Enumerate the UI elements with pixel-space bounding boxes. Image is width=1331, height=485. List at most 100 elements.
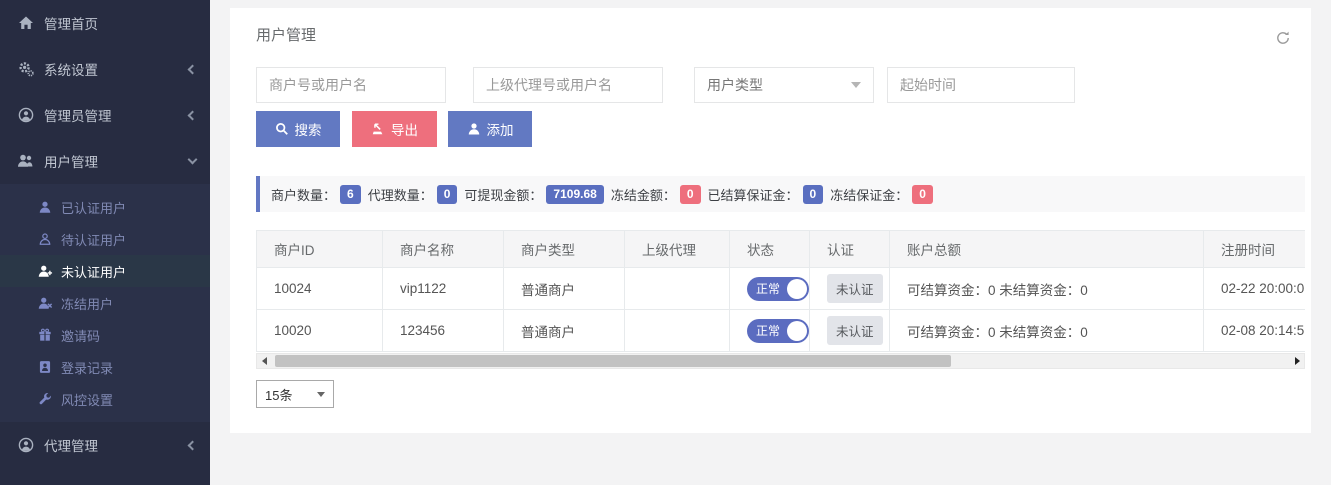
- status-toggle[interactable]: 正常: [747, 277, 809, 301]
- users-table: 商户ID 商户名称 商户类型 上级代理 状态 认证 账户总额 注册时间 1002…: [256, 230, 1305, 352]
- col-status: 状态: [730, 231, 810, 268]
- stat-badge: 0: [680, 185, 701, 204]
- sidebar-item-label: 待认证用户: [61, 230, 126, 249]
- scroll-right-arrow-icon[interactable]: [1290, 354, 1304, 368]
- sidebar-item-user-management[interactable]: 用户管理: [0, 138, 210, 184]
- col-parent-agent: 上级代理: [625, 231, 730, 268]
- user-outline-icon: [37, 232, 53, 246]
- sidebar-item-label: 管理员管理: [44, 105, 112, 125]
- stat-withdrawable-amount: 可提现金额： 7109.68: [464, 185, 603, 204]
- export-icon: [371, 122, 385, 136]
- cell-register-time: 02-08 20:14:58: [1204, 310, 1306, 352]
- chevron-down-icon: [188, 155, 198, 165]
- sidebar-item-system-settings[interactable]: 系统设置: [0, 46, 210, 92]
- cell-merchant-id: 10024: [257, 268, 383, 310]
- sidebar-item-admin-management[interactable]: 管理员管理: [0, 92, 210, 138]
- stat-badge: 6: [340, 185, 361, 204]
- user-type-select-value: 用户类型: [707, 75, 851, 95]
- caret-down-icon: [851, 82, 861, 88]
- sidebar-item-label: 风控设置: [61, 390, 113, 409]
- add-user-icon: [467, 122, 481, 136]
- sidebar-item-verified-users[interactable]: 已认证用户: [0, 191, 210, 223]
- user-circle-icon: [17, 437, 34, 453]
- search-icon: [275, 122, 289, 136]
- sidebar-item-frozen-users[interactable]: 冻结用户: [0, 287, 210, 319]
- status-toggle[interactable]: 正常: [747, 319, 809, 343]
- cell-merchant-id: 10020: [257, 310, 383, 352]
- start-time-input[interactable]: [887, 67, 1075, 103]
- cell-parent-agent: [625, 310, 730, 352]
- col-merchant-type: 商户类型: [504, 231, 625, 268]
- sidebar-item-unverified-users[interactable]: 未认证用户: [0, 255, 210, 287]
- export-button[interactable]: 导出: [352, 111, 437, 147]
- sidebar: 管理首页 系统设置 管理员管理 用户管理 已认证用户: [0, 0, 210, 485]
- sidebar-item-label: 未认证用户: [61, 262, 126, 281]
- sidebar-item-agent-management[interactable]: 代理管理: [0, 422, 210, 468]
- toggle-knob: [787, 321, 807, 341]
- sidebar-item-label: 管理首页: [44, 13, 98, 33]
- sidebar-item-login-records[interactable]: 登录记录: [0, 351, 210, 383]
- stat-badge: 0: [912, 185, 933, 204]
- col-register-time: 注册时间: [1204, 231, 1306, 268]
- page-title: 用户管理: [256, 8, 1311, 44]
- user-circle-icon: [17, 107, 34, 123]
- sidebar-item-label: 代理管理: [44, 435, 98, 455]
- auth-status-badge: 未认证: [827, 274, 883, 303]
- sidebar-item-risk-settings[interactable]: 风控设置: [0, 383, 210, 415]
- refresh-icon[interactable]: [1275, 30, 1291, 46]
- address-book-icon: [37, 360, 53, 374]
- scroll-left-arrow-icon[interactable]: [257, 354, 271, 368]
- agent-search-input[interactable]: [473, 67, 663, 103]
- cell-auth: 未认证: [810, 310, 890, 352]
- user-management-submenu: 已认证用户 待认证用户 未认证用户 冻结用户 邀请码: [0, 184, 210, 422]
- merchant-search-input[interactable]: [256, 67, 446, 103]
- cell-auth: 未认证: [810, 268, 890, 310]
- cell-account-total: 可结算资金：0 未结算资金：0: [890, 310, 1204, 352]
- sidebar-item-label: 邀请码: [61, 326, 100, 345]
- users-table-container: 商户ID 商户名称 商户类型 上级代理 状态 认证 账户总额 注册时间 1002…: [256, 230, 1305, 352]
- auth-status-badge: 未认证: [827, 316, 883, 345]
- user-management-panel: 用户管理 用户类型 搜索 导出 添加: [230, 8, 1311, 433]
- col-merchant-id: 商户ID: [257, 231, 383, 268]
- horizontal-scrollbar[interactable]: [256, 353, 1305, 369]
- chevron-left-icon: [188, 64, 198, 74]
- cell-parent-agent: [625, 268, 730, 310]
- col-auth: 认证: [810, 231, 890, 268]
- users-icon: [17, 153, 34, 169]
- scrollbar-thumb[interactable]: [275, 355, 951, 367]
- gears-icon: [17, 61, 34, 77]
- table-header-row: 商户ID 商户名称 商户类型 上级代理 状态 认证 账户总额 注册时间: [257, 231, 1306, 268]
- add-button[interactable]: 添加: [448, 111, 532, 147]
- page-size-select[interactable]: 15条: [256, 380, 334, 408]
- home-icon: [17, 15, 34, 31]
- col-merchant-name: 商户名称: [383, 231, 504, 268]
- cell-merchant-type: 普通商户: [504, 268, 625, 310]
- user-type-select[interactable]: 用户类型: [694, 67, 874, 103]
- sidebar-item-label: 系统设置: [44, 59, 98, 79]
- stat-badge: 0: [437, 185, 458, 204]
- chevron-left-icon: [188, 110, 198, 120]
- stat-frozen-deposit: 冻结保证金： 0: [830, 185, 933, 204]
- stats-bar: 商户数量： 6 代理数量： 0 可提现金额： 7109.68 冻结金额： 0 已…: [256, 176, 1305, 212]
- sidebar-item-pending-users[interactable]: 待认证用户: [0, 223, 210, 255]
- sidebar-item-home[interactable]: 管理首页: [0, 0, 210, 46]
- sidebar-item-label: 用户管理: [44, 151, 98, 171]
- stat-agent-count: 代理数量： 0: [368, 185, 458, 204]
- cell-status: 正常: [730, 268, 810, 310]
- chevron-left-icon: [188, 440, 198, 450]
- search-button[interactable]: 搜索: [256, 111, 340, 147]
- gift-icon: [37, 328, 53, 342]
- page-size-value: 15条: [265, 385, 317, 404]
- stat-merchant-count: 商户数量： 6: [271, 185, 361, 204]
- filter-row: 用户类型: [256, 67, 1311, 103]
- action-buttons: 搜索 导出 添加: [256, 111, 1311, 147]
- cell-merchant-type: 普通商户: [504, 310, 625, 352]
- cell-account-total: 可结算资金：0 未结算资金：0: [890, 268, 1204, 310]
- sidebar-item-invite-codes[interactable]: 邀请码: [0, 319, 210, 351]
- sidebar-item-label: 登录记录: [61, 358, 113, 377]
- sidebar-item-label: 已认证用户: [61, 198, 126, 217]
- cell-register-time: 02-22 20:00:02: [1204, 268, 1306, 310]
- stat-badge: 7109.68: [546, 185, 603, 204]
- col-account-total: 账户总额: [890, 231, 1204, 268]
- toggle-knob: [787, 279, 807, 299]
